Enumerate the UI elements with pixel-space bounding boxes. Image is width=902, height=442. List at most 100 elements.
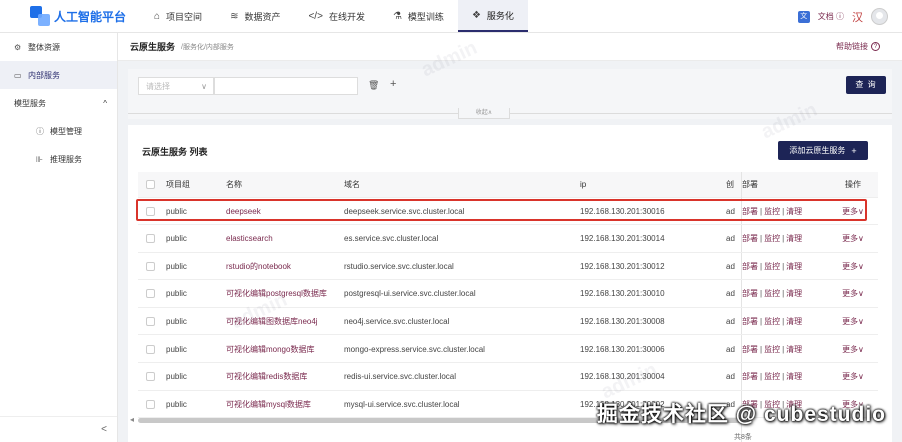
col-domain[interactable]: 域名 — [344, 172, 580, 197]
clean-link[interactable]: 清理 — [786, 371, 802, 382]
nav-item-0[interactable]: ⌂ 项目空间 — [140, 0, 216, 32]
help-link[interactable]: 帮助链接 ? — [836, 41, 880, 52]
row-checkbox[interactable] — [146, 316, 155, 326]
cell-name-link[interactable]: 可视化编辑mysql数据库 — [226, 391, 344, 417]
row-checkbox[interactable] — [146, 289, 155, 299]
deploy-link[interactable]: 部署 — [742, 371, 758, 382]
page-title: 云原生服务 — [130, 42, 176, 52]
clean-link[interactable]: 清理 — [786, 316, 802, 327]
monitor-link[interactable]: 监控 — [764, 288, 780, 299]
cell-deploy-actions: 部署 | 监控 | 清理 — [742, 281, 828, 307]
nav-item-3[interactable]: ⚗ 模型训练 — [379, 0, 458, 32]
cell-name-link[interactable]: 可视化编辑mongo数据库 — [226, 336, 344, 362]
cell-name-link[interactable]: rstudio的notebook — [226, 253, 344, 279]
deploy-link[interactable]: 部署 — [742, 261, 758, 272]
table-row: public 可视化编辑mongo数据库 mongo-express.service… — [138, 336, 878, 363]
deploy-link[interactable]: 部署 — [742, 288, 758, 299]
cell-name-link[interactable]: 可视化编辑postgresql数据库 — [226, 281, 344, 307]
service-icon: ❖ — [471, 9, 481, 21]
add-filter-icon[interactable]: + — [390, 78, 396, 90]
deploy-link[interactable]: 部署 — [742, 344, 758, 355]
clean-link[interactable]: 清理 — [786, 261, 802, 272]
sidebar-group-model-service[interactable]: 模型服务 ^ — [0, 89, 117, 117]
monitor-link[interactable]: 监控 — [764, 261, 780, 272]
sidebar-item-0[interactable]: ⚙ 整体资源 — [0, 33, 117, 61]
cell-domain: mongo-express.service.svc.cluster.local — [344, 344, 485, 354]
monitor-link[interactable]: 监控 — [764, 206, 780, 217]
cell-creator: ad — [726, 206, 735, 216]
more-actions-link[interactable]: 更多∨ — [828, 364, 878, 390]
sidebar-subitem-0[interactable]: ⓘ 模型管理 — [0, 117, 117, 145]
clean-link[interactable]: 清理 — [786, 206, 802, 217]
list-panel: 云原生服务 列表 添加云原生服务 + 项目组 名称 域名 ip 创 部署 操作 … — [128, 125, 892, 442]
table-row: public 可视化编辑redis数据库 redis-ui.service.svc.… — [138, 364, 878, 391]
monitor-link[interactable]: 监控 — [764, 371, 780, 382]
monitor-link[interactable]: 监控 — [764, 344, 780, 355]
sidebar-subitem-1[interactable]: ⊪ 推理服务 — [0, 145, 117, 173]
cell-name-link[interactable]: 可视化编辑redis数据库 — [226, 364, 344, 390]
database-icon: ≋ — [230, 10, 239, 22]
col-name[interactable]: 名称 — [226, 172, 344, 197]
sidebar-subitem-label: 推理服务 — [50, 154, 82, 164]
cell-creator: ad — [726, 234, 735, 244]
clean-link[interactable]: 清理 — [786, 233, 802, 244]
clean-link[interactable]: 清理 — [786, 344, 802, 355]
cell-name-link[interactable]: elasticsearch — [226, 226, 344, 252]
nav-item-1[interactable]: ≋ 数据资产 — [216, 0, 294, 32]
sidebar-collapse-button[interactable]: < — [0, 416, 117, 442]
collapse-filter-button[interactable]: 收起∧ — [458, 108, 510, 119]
language-icon[interactable]: 汉 — [852, 9, 863, 25]
row-checkbox[interactable] — [146, 344, 155, 354]
add-service-button[interactable]: 添加云原生服务 + — [778, 141, 868, 160]
row-checkbox[interactable] — [146, 234, 155, 244]
col-ops: 操作 — [845, 180, 861, 189]
sidebar-item-1[interactable]: ▭ 内部服务 — [0, 61, 117, 89]
add-service-label: 添加云原生服务 — [789, 146, 846, 155]
more-actions-link[interactable]: 更多∨ — [828, 281, 878, 307]
trash-icon[interactable]: 🗑 — [368, 80, 379, 91]
training-icon: ⚗ — [392, 10, 402, 22]
row-checkbox[interactable] — [146, 206, 155, 216]
cell-name-link[interactable]: deepseek — [226, 198, 344, 224]
monitor-link[interactable]: 监控 — [764, 233, 780, 244]
nav-item-2[interactable]: </> 在线开发 — [294, 0, 378, 32]
filter-input[interactable] — [214, 77, 358, 95]
cell-ip: 192.168.130.201:30010 — [580, 289, 665, 299]
search-button[interactable]: 查 询 — [846, 76, 886, 94]
row-checkbox[interactable] — [146, 372, 155, 382]
cell-domain: neo4j.service.svc.cluster.local — [344, 316, 450, 326]
more-actions-link[interactable]: 更多∨ — [828, 226, 878, 252]
filter-select[interactable]: 请选择 ∨ — [138, 77, 214, 95]
deploy-link[interactable]: 部署 — [742, 316, 758, 327]
row-checkbox[interactable] — [146, 261, 155, 271]
inference-icon: ⊪ — [36, 154, 43, 164]
col-ip[interactable]: ip — [580, 172, 726, 197]
col-creator[interactable]: 创 — [726, 172, 740, 197]
doc-link[interactable]: 文档 ⓘ — [818, 11, 844, 22]
action-separator: | — [782, 234, 785, 244]
document-icon[interactable]: 文 — [797, 10, 810, 23]
more-actions-link[interactable]: 更多∨ — [828, 308, 878, 334]
more-actions-link[interactable]: 更多∨ — [828, 336, 878, 362]
action-separator: | — [782, 372, 785, 382]
action-separator: | — [782, 316, 785, 326]
deploy-link[interactable]: 部署 — [742, 206, 758, 217]
cell-creator: ad — [726, 372, 735, 382]
cell-name-link[interactable]: 可视化编辑图数据库neo4j — [226, 308, 344, 334]
more-actions-link[interactable]: 更多∨ — [828, 198, 878, 224]
select-all-checkbox[interactable] — [146, 180, 155, 189]
filter-area: 请选择 ∨ 🗑 + 查 询 收起∧ — [128, 69, 892, 119]
col-group[interactable]: 项目组 — [166, 172, 224, 197]
nav-item-4[interactable]: ❖ 服务化 — [457, 0, 528, 32]
more-actions-link[interactable]: 更多∨ — [828, 253, 878, 279]
code-icon: </> — [308, 10, 323, 22]
deploy-link[interactable]: 部署 — [742, 233, 758, 244]
row-checkbox[interactable] — [146, 399, 155, 409]
clean-link[interactable]: 清理 — [786, 288, 802, 299]
scroll-left-icon[interactable]: ◂ — [130, 415, 134, 424]
table-row: public 可视化编辑postgresql数据库 postgresql-ui.se… — [138, 281, 878, 308]
app-logo[interactable]: 人工智能平台 — [0, 0, 140, 32]
avatar[interactable] — [871, 8, 888, 25]
monitor-link[interactable]: 监控 — [764, 316, 780, 327]
cell-group: public — [166, 372, 187, 382]
